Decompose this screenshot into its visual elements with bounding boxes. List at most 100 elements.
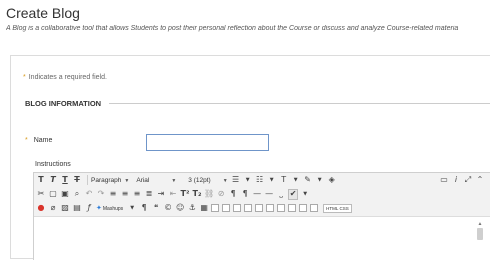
blockquote-icon[interactable]: ❝ [151, 203, 161, 214]
section-header: BLOG INFORMATION [25, 99, 490, 108]
mashups-icon: ✦ [96, 205, 102, 212]
info-icon[interactable]: i [451, 175, 461, 186]
paragraph-icon[interactable]: ¶ [139, 203, 149, 214]
toolbar-right-group: ▭ i ⤢ ⌃ [439, 175, 489, 186]
chevron-down-icon: ▼ [222, 177, 228, 184]
record-icon[interactable]: ● [36, 203, 46, 214]
chevron-down-icon[interactable]: ▼ [267, 175, 277, 186]
table-cell-props-icon[interactable] [299, 204, 308, 212]
font-select-value: Arial [136, 176, 150, 184]
chevron-down-icon[interactable]: ▼ [243, 175, 253, 186]
indent-icon[interactable]: ⇥ [156, 189, 166, 200]
emoticon-icon[interactable]: ☺ [175, 203, 185, 214]
blog-form-panel: * Indicates a required field. BLOG INFORM… [10, 55, 490, 261]
required-note: * Indicates a required field. [23, 74, 107, 81]
required-marker: * [23, 74, 26, 81]
toolbar-row-2: ✂ ▢ ▣ ⌕ ↶ ↷ ≡ ≡ ≡ ≣ ⇥ ⇤ T² T₂ ⛓ ⊘ ¶ ¶ — … [34, 187, 490, 201]
text-color-icon[interactable]: T [279, 175, 289, 186]
size-select-value: 3 (12pt) [188, 176, 211, 184]
size-select[interactable]: 3 (12pt) ▼ [188, 177, 227, 184]
table-row-after-icon[interactable] [222, 204, 231, 212]
cut-icon[interactable]: ✂ [36, 189, 46, 200]
collapse-toolbar-icon[interactable]: ⌃ [475, 175, 485, 186]
insert-media-icon[interactable]: ▤ [72, 203, 82, 214]
instructions-label: Instructions [35, 161, 71, 168]
format-select[interactable]: Paragraph ▼ [91, 177, 129, 184]
table-split-cells-icon[interactable] [277, 204, 286, 212]
undo-icon[interactable]: ↶ [84, 189, 94, 200]
underline-button[interactable]: T [60, 175, 70, 186]
toolbar-row-3: ● ⌀ ▨ ▤ ƒ ✦Mashups ▼ ¶ ❝ © ☺ ⚓ ▦ HTML CS… [34, 201, 490, 215]
highlight-icon[interactable]: ✎ [303, 175, 313, 186]
bold-button[interactable]: T [36, 175, 46, 186]
preview-icon[interactable]: ▭ [439, 175, 449, 186]
unlink-icon[interactable]: ⊘ [216, 189, 226, 200]
scroll-up-icon[interactable]: ▲ [476, 221, 484, 227]
chevron-down-icon: ▼ [124, 177, 130, 184]
editor-scrollbar[interactable]: ▲ [476, 221, 484, 262]
align-left-icon[interactable]: ≡ [108, 189, 118, 200]
chevron-down-icon[interactable]: ▼ [291, 175, 301, 186]
horizontal-rule-icon[interactable]: — [252, 189, 262, 200]
find-icon[interactable]: ⌕ [72, 189, 82, 200]
nonbreaking-space-icon[interactable]: ⎵ [276, 189, 286, 200]
outdent-icon[interactable]: ⇤ [168, 189, 178, 200]
strikethrough-button[interactable]: T [72, 175, 82, 186]
instructions-text-area[interactable]: ▲ [34, 216, 490, 261]
mashups-label: Mashups [102, 206, 124, 212]
chevron-down-icon[interactable]: ▼ [300, 189, 310, 200]
math-editor-icon[interactable]: ƒ [84, 203, 94, 214]
table-icon[interactable]: ▦ [199, 203, 209, 214]
subscript-icon[interactable]: T₂ [192, 189, 202, 200]
chevron-down-icon[interactable]: ▼ [127, 203, 137, 214]
spellcheck-icon[interactable]: ✔ [288, 188, 299, 200]
required-note-text: Indicates a required field. [28, 74, 107, 81]
name-label: * Name [25, 137, 52, 144]
bullet-list-icon[interactable]: ☰ [231, 175, 241, 186]
insert-image-icon[interactable]: ▨ [60, 203, 70, 214]
chevron-down-icon: ▼ [171, 177, 177, 184]
name-required-marker: * [25, 137, 28, 144]
mashups-menu[interactable]: ✦Mashups [96, 204, 123, 212]
page-title: Create Blog [6, 5, 80, 21]
chevron-down-icon[interactable]: ▼ [315, 175, 325, 186]
toolbar-separator [87, 175, 88, 185]
italic-button[interactable]: T [48, 175, 58, 186]
create-blog-page: Create Blog A Blog is a collaborative to… [0, 0, 490, 261]
numbered-list-icon[interactable]: ☷ [255, 175, 265, 186]
instructions-editor: T T T T Paragraph ▼ Arial ▼ 3 (12pt) ▼ ☰ ▼ ☷… [33, 172, 490, 261]
table-col-after-icon[interactable] [255, 204, 264, 212]
section-title: BLOG INFORMATION [25, 99, 102, 108]
rtl-icon[interactable]: ¶ [240, 189, 250, 200]
scroll-thumb[interactable] [477, 228, 483, 240]
eraser-icon[interactable]: ◈ [327, 175, 337, 186]
copyright-icon[interactable]: © [163, 203, 173, 214]
line-break-icon[interactable]: — [264, 189, 274, 200]
align-justify-icon[interactable]: ≣ [144, 189, 154, 200]
section-divider [109, 103, 490, 104]
toolbar-row-1: T T T T Paragraph ▼ Arial ▼ 3 (12pt) ▼ ☰ ▼ ☷… [34, 173, 490, 187]
superscript-icon[interactable]: T² [180, 189, 190, 200]
html-css-button[interactable]: HTML CSS [323, 203, 352, 213]
attach-file-icon[interactable]: ⌀ [48, 203, 58, 214]
table-delete-col-icon[interactable] [266, 204, 275, 212]
name-label-text: Name [33, 137, 53, 144]
format-select-value: Paragraph [91, 176, 122, 184]
copy-icon[interactable]: ▢ [48, 189, 58, 200]
paste-icon[interactable]: ▣ [60, 189, 70, 200]
table-delete-row-icon[interactable] [233, 204, 242, 212]
align-center-icon[interactable]: ≡ [120, 189, 130, 200]
link-icon[interactable]: ⛓ [204, 189, 214, 200]
table-row-props-icon[interactable] [310, 204, 319, 212]
fullscreen-icon[interactable]: ⤢ [463, 175, 473, 186]
page-description: A Blog is a collaborative tool that allo… [6, 25, 459, 32]
align-right-icon[interactable]: ≡ [132, 189, 142, 200]
redo-icon[interactable]: ↷ [96, 189, 106, 200]
table-row-before-icon[interactable] [211, 204, 220, 212]
table-merge-cells-icon[interactable] [288, 204, 297, 212]
table-col-before-icon[interactable] [244, 204, 253, 212]
ltr-icon[interactable]: ¶ [228, 189, 238, 200]
font-select[interactable]: Arial ▼ [136, 177, 176, 184]
name-input[interactable] [146, 134, 269, 151]
anchor-icon[interactable]: ⚓ [187, 203, 197, 214]
